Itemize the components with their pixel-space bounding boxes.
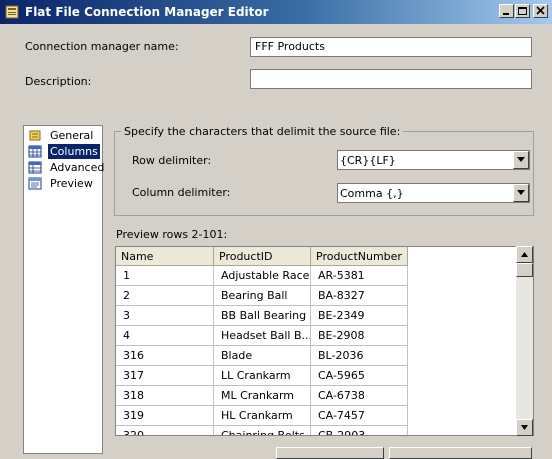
window-title: Flat File Connection Manager Editor [25,5,269,19]
table-cell: BL-2036 [311,346,408,366]
dialog-button[interactable] [276,447,384,459]
column-delimiter-value: Comma {,} [340,187,404,200]
maximize-icon [518,7,527,15]
table-cell: CA-7457 [311,406,408,426]
table-cell: CA-6738 [311,386,408,406]
table-cell: LL Crankarm [214,366,311,386]
close-icon [536,6,545,15]
table-cell: AR-5381 [311,266,408,286]
dropdown-button[interactable] [513,151,529,169]
preview-rows-label: Preview rows 2-101: [116,228,228,241]
table-cell: Headset Ball B... [214,326,311,346]
row-delimiter-label: Row delimiter: [132,154,212,167]
table-cell: 319 [116,406,214,426]
table-cell: 4 [116,326,214,346]
description-input[interactable] [250,69,532,89]
columns-icon [28,145,42,158]
preview-grid[interactable]: Name ProductID ProductNumber 1 Adjustabl… [115,246,534,436]
preview-icon [28,177,42,190]
table-cell: HL Crankarm [214,406,311,426]
general-icon [29,130,41,141]
table-cell: CA-5965 [311,366,408,386]
minimize-button[interactable] [499,4,514,18]
scroll-up-button[interactable] [516,246,533,263]
nav-item-label: Columns [48,144,100,159]
table-cell: Blade [214,346,311,366]
row-delimiter-value: {CR}{LF} [340,154,396,167]
page-nav-list: General Columns Advanced Preview [23,125,105,454]
table-cell: 2 [116,286,214,306]
table-cell: BE-2908 [311,326,408,346]
table-cell: Adjustable Race [214,266,311,286]
close-button[interactable] [533,4,548,18]
column-delimiter-label: Column delimiter: [132,186,231,199]
scroll-down-button[interactable] [516,419,533,436]
minimize-icon [503,13,509,15]
table-cell: 318 [116,386,214,406]
table-cell: BA-8327 [311,286,408,306]
table-cell: 3 [116,306,214,326]
row-delimiter-select[interactable]: {CR}{LF} [337,150,530,170]
chevron-down-icon [517,157,525,162]
table-cell: 1 [116,266,214,286]
column-header[interactable]: ProductNumber [311,247,408,266]
description-label: Description: [25,75,92,88]
table-cell: 316 [116,346,214,366]
title-bar[interactable]: Flat File Connection Manager Editor [0,0,552,24]
column-delimiter-select[interactable]: Comma {,} [337,183,530,203]
arrow-down-icon [521,425,528,430]
table-cell: 320 [116,426,214,435]
scroll-thumb[interactable] [516,263,533,277]
app-icon [5,5,19,19]
nav-item-label: Advanced [50,161,105,174]
maximize-button[interactable] [515,4,530,18]
connection-name-input[interactable]: FFF Products [250,37,532,57]
table-cell: BE-2349 [311,306,408,326]
chevron-down-icon [517,190,525,195]
advanced-icon [28,161,42,174]
arrow-up-icon [521,252,528,257]
dialog-button[interactable] [389,447,532,459]
table-cell: Chainring Bolts [214,426,311,435]
delimiter-group-title: Specify the characters that delimit the … [121,125,404,138]
table-cell: 317 [116,366,214,386]
table-cell: CB-2903 [311,426,408,435]
dropdown-button[interactable] [513,184,529,202]
table-cell: Bearing Ball [214,286,311,306]
nav-item-label: Preview [50,177,93,190]
vertical-scrollbar[interactable] [516,246,533,436]
connection-name-label: Connection manager name: [25,40,179,53]
column-header[interactable]: Name [116,247,214,266]
nav-item-label: General [50,129,94,142]
delimiter-group [114,131,534,216]
table-cell: BB Ball Bearing [214,306,311,326]
column-header[interactable]: ProductID [214,247,311,266]
table-cell: ML Crankarm [214,386,311,406]
